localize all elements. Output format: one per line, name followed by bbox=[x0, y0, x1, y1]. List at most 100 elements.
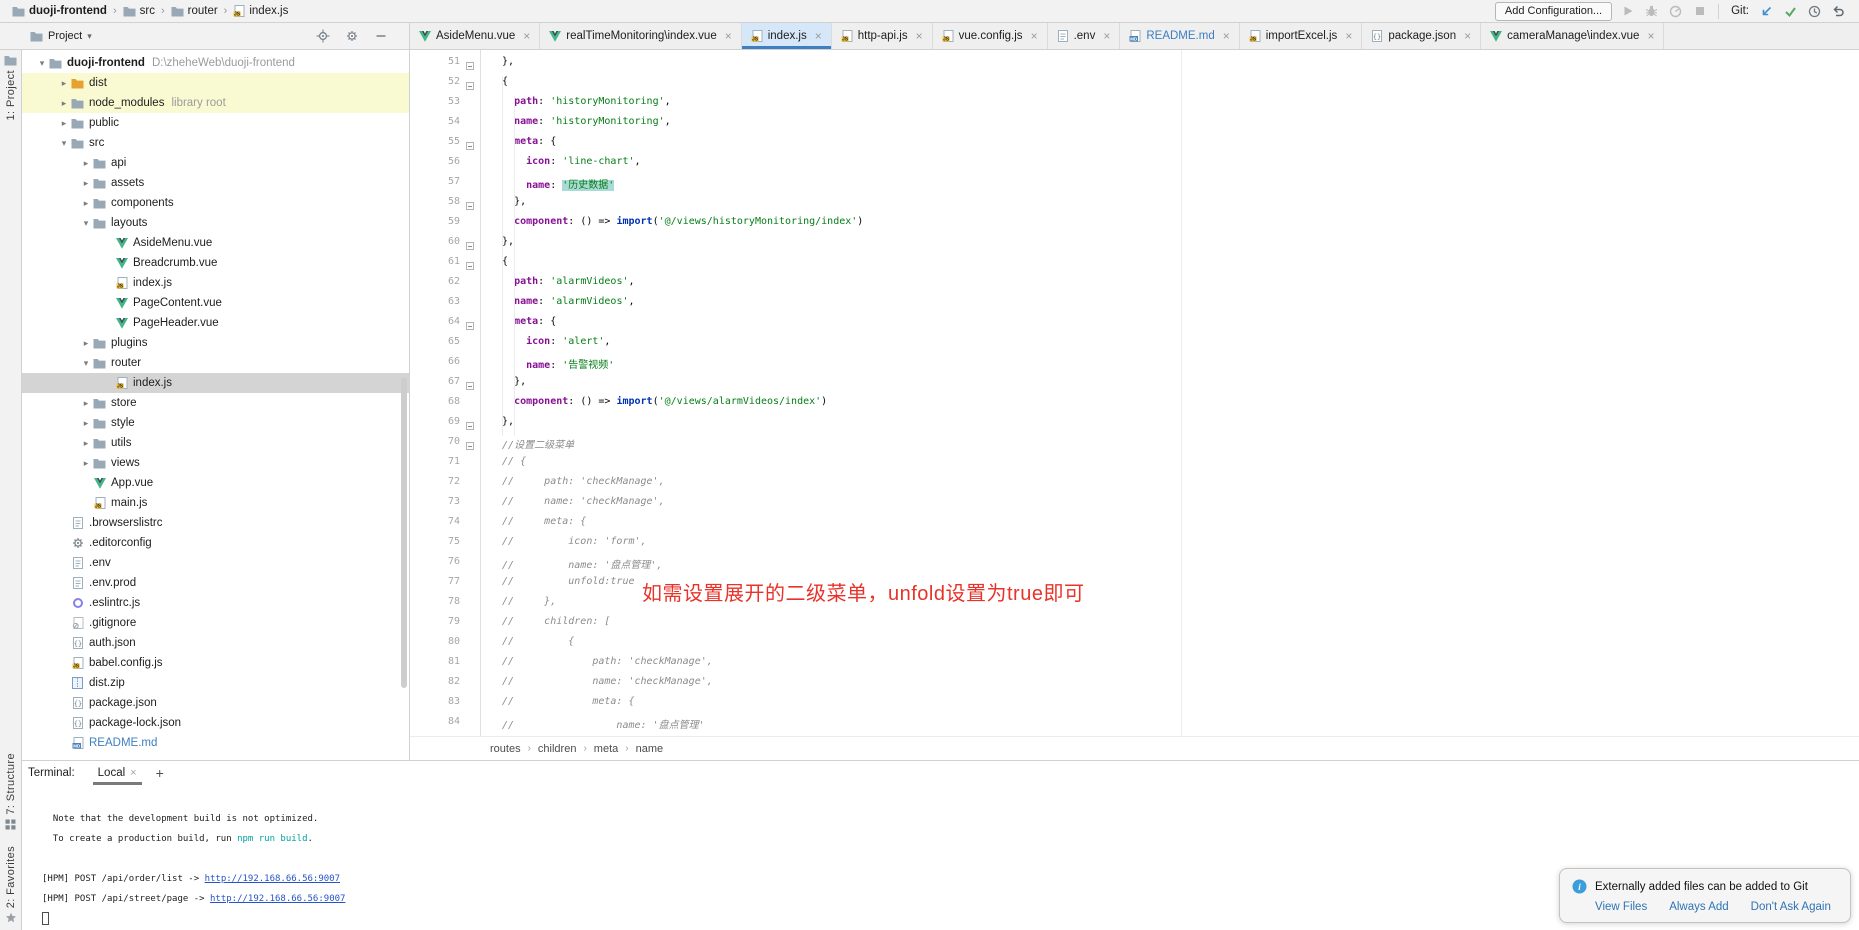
editor-tab-realTimeMonitoring\index.vue[interactable]: realTimeMonitoring\index.vue× bbox=[540, 23, 741, 49]
tree-item-components[interactable]: ▸components bbox=[22, 193, 409, 213]
close-icon[interactable]: × bbox=[1345, 30, 1352, 42]
tree-item-dist.zip[interactable]: dist.zip bbox=[22, 673, 409, 693]
terminal-link[interactable]: http://192.168.66.56:9007 bbox=[210, 894, 345, 904]
fold-marker-icon[interactable] bbox=[466, 82, 474, 90]
add-configuration-button[interactable]: Add Configuration... bbox=[1495, 2, 1612, 21]
tree-chevron-icon[interactable]: ▸ bbox=[58, 118, 70, 129]
close-icon[interactable]: × bbox=[815, 30, 822, 42]
editor-tab-README.md[interactable]: MDREADME.md× bbox=[1120, 23, 1239, 49]
close-icon[interactable]: × bbox=[725, 30, 732, 42]
tree-item-package-lock.json[interactable]: {}package-lock.json bbox=[22, 713, 409, 733]
notification-action-Always Add[interactable]: Always Add bbox=[1669, 901, 1728, 913]
breadcrumb-item-router[interactable]: router bbox=[171, 5, 218, 17]
close-icon[interactable]: × bbox=[1031, 30, 1038, 42]
tree-chevron-icon[interactable]: ▸ bbox=[80, 178, 92, 189]
editor-tab-http-api.js[interactable]: JShttp-api.js× bbox=[832, 23, 933, 49]
tree-item-duoji-frontend[interactable]: ▾duoji-frontendD:\zheheWeb\duoji-fronten… bbox=[22, 53, 409, 73]
editor-breadcrumb-children[interactable]: children bbox=[538, 743, 577, 755]
tool-window-button-1: Project[interactable]: 1: Project bbox=[4, 55, 17, 120]
project-panel-title[interactable]: Project bbox=[48, 30, 82, 42]
close-icon[interactable]: × bbox=[130, 767, 136, 779]
close-icon[interactable]: × bbox=[523, 30, 530, 42]
tree-item-views[interactable]: ▸views bbox=[22, 453, 409, 473]
terminal-link[interactable]: http://192.168.66.56:9007 bbox=[205, 874, 340, 884]
editor-tab-AsideMenu.vue[interactable]: AsideMenu.vue× bbox=[410, 23, 540, 49]
tree-item-.env[interactable]: .env bbox=[22, 553, 409, 573]
editor-tab-importExcel.js[interactable]: JSimportExcel.js× bbox=[1240, 23, 1363, 49]
tree-item-index.js[interactable]: JSindex.js bbox=[22, 373, 409, 393]
editor-tab-cameraManage\index.vue[interactable]: cameraManage\index.vue× bbox=[1481, 23, 1664, 49]
tree-item-api[interactable]: ▸api bbox=[22, 153, 409, 173]
tree-item-.browserslistrc[interactable]: .browserslistrc bbox=[22, 513, 409, 533]
tree-item-router[interactable]: ▾router bbox=[22, 353, 409, 373]
locate-target-button[interactable] bbox=[314, 28, 331, 45]
tree-item-style[interactable]: ▸style bbox=[22, 413, 409, 433]
editor-tab-index.js[interactable]: JSindex.js× bbox=[742, 23, 832, 49]
git-commit-button[interactable] bbox=[1782, 3, 1799, 20]
stop-button[interactable] bbox=[1691, 3, 1708, 20]
fold-marker-icon[interactable] bbox=[466, 262, 474, 270]
tree-item-.eslintrc.js[interactable]: .eslintrc.js bbox=[22, 593, 409, 613]
tree-item-assets[interactable]: ▸assets bbox=[22, 173, 409, 193]
chevron-down-icon[interactable]: ▾ bbox=[87, 31, 92, 42]
hide-minus-button[interactable] bbox=[372, 28, 389, 45]
tree-item-PageContent.vue[interactable]: PageContent.vue bbox=[22, 293, 409, 313]
fold-marker-icon[interactable] bbox=[466, 202, 474, 210]
tree-item-public[interactable]: ▸public bbox=[22, 113, 409, 133]
code-editor[interactable]: 51 },52 {53 path: 'historyMonitoring',54… bbox=[410, 50, 1859, 736]
tree-item-Breadcrumb.vue[interactable]: Breadcrumb.vue bbox=[22, 253, 409, 273]
close-icon[interactable]: × bbox=[1647, 30, 1654, 42]
tree-chevron-icon[interactable]: ▸ bbox=[58, 98, 70, 109]
git-rollback-button[interactable] bbox=[1830, 3, 1847, 20]
close-icon[interactable]: × bbox=[1223, 30, 1230, 42]
tree-chevron-icon[interactable]: ▸ bbox=[80, 198, 92, 209]
terminal-tab-local[interactable]: Local × bbox=[91, 761, 144, 785]
project-scrollbar-thumb[interactable] bbox=[401, 377, 407, 688]
notification-action-Don't Ask Again[interactable]: Don't Ask Again bbox=[1751, 901, 1831, 913]
fold-marker-icon[interactable] bbox=[466, 142, 474, 150]
tool-window-button-2: Favorites[interactable]: 2: Favorites bbox=[5, 846, 17, 924]
new-terminal-tab-button[interactable]: + bbox=[156, 765, 164, 781]
fold-marker-icon[interactable] bbox=[466, 442, 474, 450]
tree-chevron-icon[interactable]: ▾ bbox=[58, 138, 70, 149]
editor-breadcrumb-name[interactable]: name bbox=[636, 743, 664, 755]
tree-item-AsideMenu.vue[interactable]: AsideMenu.vue bbox=[22, 233, 409, 253]
breadcrumb-item-src[interactable]: src bbox=[123, 5, 155, 17]
tree-item-PageHeader.vue[interactable]: PageHeader.vue bbox=[22, 313, 409, 333]
editor-breadcrumb-meta[interactable]: meta bbox=[594, 743, 618, 755]
gear-button[interactable] bbox=[343, 28, 360, 45]
run-button[interactable] bbox=[1619, 3, 1636, 20]
tree-item-src[interactable]: ▾src bbox=[22, 133, 409, 153]
tree-chevron-icon[interactable]: ▸ bbox=[80, 338, 92, 349]
editor-tab-package.json[interactable]: {}package.json× bbox=[1362, 23, 1481, 49]
tree-chevron-icon[interactable]: ▾ bbox=[80, 358, 92, 369]
fold-marker-icon[interactable] bbox=[466, 322, 474, 330]
tree-chevron-icon[interactable]: ▾ bbox=[80, 218, 92, 229]
tree-item-babel.config.js[interactable]: JSbabel.config.js bbox=[22, 653, 409, 673]
close-icon[interactable]: × bbox=[1103, 30, 1110, 42]
tool-window-button-7: Structure[interactable]: 7: Structure bbox=[5, 753, 17, 830]
tree-item-index.js[interactable]: JSindex.js bbox=[22, 273, 409, 293]
fold-marker-icon[interactable] bbox=[466, 62, 474, 70]
breadcrumb-item-index.js[interactable]: JSindex.js bbox=[233, 5, 288, 17]
editor-breadcrumb-routes[interactable]: routes bbox=[490, 743, 521, 755]
tree-chevron-icon[interactable]: ▸ bbox=[80, 458, 92, 469]
editor-tab-.env[interactable]: .env× bbox=[1048, 23, 1121, 49]
fold-marker-icon[interactable] bbox=[466, 382, 474, 390]
tree-item-.env.prod[interactable]: .env.prod bbox=[22, 573, 409, 593]
tree-item-package.json[interactable]: {}package.json bbox=[22, 693, 409, 713]
fold-marker-icon[interactable] bbox=[466, 242, 474, 250]
notification-action-View Files[interactable]: View Files bbox=[1595, 901, 1647, 913]
close-icon[interactable]: × bbox=[1464, 30, 1471, 42]
tree-item-dist[interactable]: ▸dist bbox=[22, 73, 409, 93]
tree-chevron-icon[interactable]: ▸ bbox=[58, 78, 70, 89]
tree-item-main.js[interactable]: JSmain.js bbox=[22, 493, 409, 513]
tree-item-auth.json[interactable]: {}auth.json bbox=[22, 633, 409, 653]
tree-chevron-icon[interactable]: ▸ bbox=[80, 158, 92, 169]
tree-chevron-icon[interactable]: ▸ bbox=[80, 398, 92, 409]
tree-item-plugins[interactable]: ▸plugins bbox=[22, 333, 409, 353]
tree-item-layouts[interactable]: ▾layouts bbox=[22, 213, 409, 233]
fold-marker-icon[interactable] bbox=[466, 422, 474, 430]
tree-chevron-icon[interactable]: ▸ bbox=[80, 438, 92, 449]
tree-item-README.md[interactable]: MDREADME.md bbox=[22, 733, 409, 753]
